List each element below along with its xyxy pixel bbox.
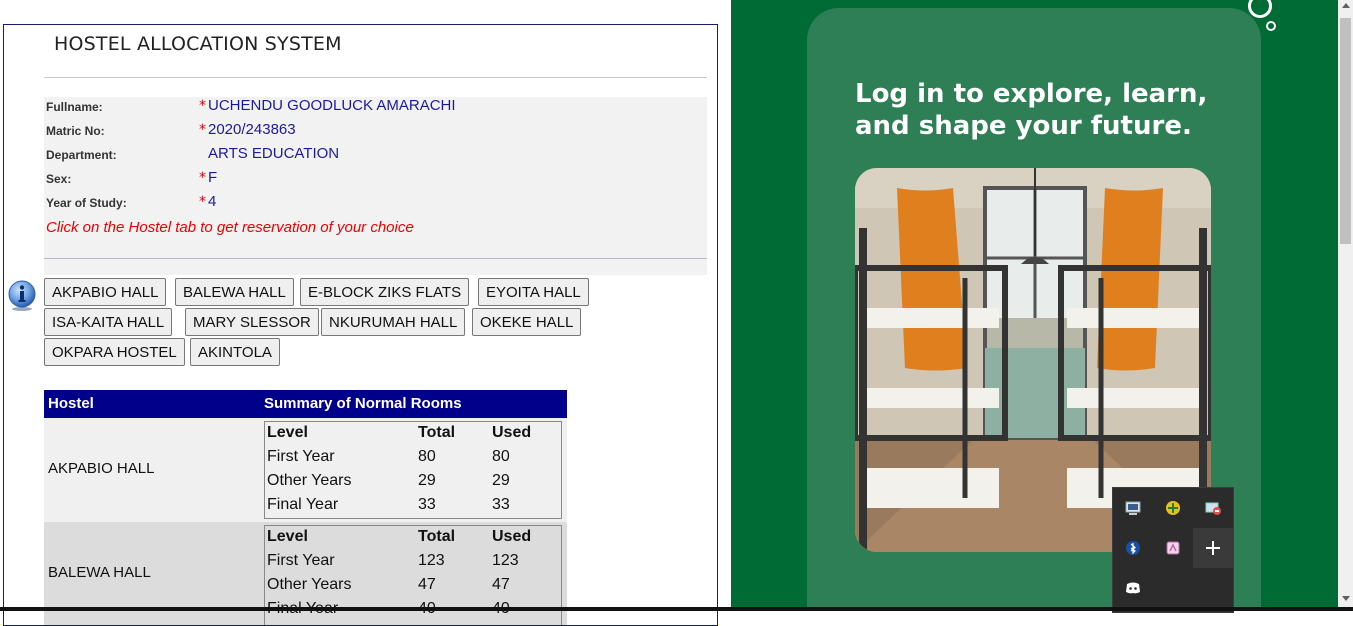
vertical-scrollbar[interactable]: [1338, 0, 1353, 611]
info-row-matric: Matric No: * 2020/243863: [46, 121, 696, 143]
info-label: Sex:: [46, 172, 72, 186]
level-used: 80: [492, 448, 510, 465]
level-name: Other Years: [267, 576, 352, 593]
hall-tab-mary-slessor[interactable]: MARY SLESSOR: [185, 308, 319, 336]
hall-tab-isa-kaita[interactable]: ISA-KAITA HALL: [44, 308, 173, 336]
level-name: First Year: [267, 552, 335, 569]
level-row: First Year 123 123: [267, 550, 561, 574]
level-total: 29: [418, 472, 436, 489]
scrollbar-thumb[interactable]: [1340, 18, 1351, 244]
col-total: Total: [418, 424, 456, 441]
level-row: Other Years 47 47: [267, 574, 561, 598]
hall-tab-okpara[interactable]: OKPARA HOSTEL: [44, 338, 185, 366]
level-header-row: Level Total Used: [267, 422, 561, 446]
title-divider: [44, 77, 707, 78]
level-total: 47: [418, 576, 436, 593]
hall-tab-eblock-ziks[interactable]: E-BLOCK ZIKS FLATS: [300, 278, 470, 306]
required-marker: *: [199, 98, 206, 114]
col-level: Level: [267, 424, 308, 441]
sex-value: F: [208, 169, 218, 186]
calendar-icon[interactable]: [1153, 528, 1193, 568]
level-row: Final Year 33 33: [267, 494, 561, 518]
hall-tab-eyoita[interactable]: EYOITA HALL: [478, 278, 589, 306]
fullname-value: UCHENDU GOODLUCK AMARACHI: [208, 97, 456, 114]
info-label: Fullname:: [46, 100, 103, 114]
hall-tab-balewa[interactable]: BALEWA HALL: [175, 278, 294, 306]
level-row: Other Years 29 29: [267, 470, 561, 494]
col-level: Level: [267, 528, 308, 545]
hall-tab-akpabio[interactable]: AKPABIO HALL: [44, 278, 167, 306]
required-marker: *: [199, 122, 206, 138]
col-used: Used: [492, 424, 532, 441]
level-used: 123: [492, 552, 519, 569]
plus-icon[interactable]: [1193, 528, 1233, 568]
hall-tab-akintola[interactable]: AKINTOLA: [190, 338, 280, 366]
table-row: AKPABIO HALL Level Total Used First Year…: [44, 418, 567, 522]
network-icon[interactable]: [1193, 488, 1233, 528]
level-used: 33: [492, 496, 510, 513]
hall-tab-okeke[interactable]: OKEKE HALL: [472, 308, 582, 336]
level-total: 80: [418, 448, 436, 465]
info-divider: [44, 258, 707, 259]
table-header: Hostel Summary of Normal Rooms: [44, 390, 567, 418]
info-label: Department:: [46, 148, 117, 162]
system-tray-overflow: [1112, 487, 1234, 613]
level-row: First Year 80 80: [267, 446, 561, 470]
info-row-year: Year of Study: * 4: [46, 193, 696, 215]
level-used: 47: [492, 576, 510, 593]
info-label: Matric No:: [46, 124, 105, 138]
decorative-ring: [1248, 0, 1272, 18]
header-hostel: Hostel: [48, 395, 94, 412]
page-title: HOSTEL ALLOCATION SYSTEM: [54, 33, 342, 55]
required-marker: *: [199, 170, 206, 186]
level-total: 123: [418, 552, 445, 569]
level-name: First Year: [267, 448, 335, 465]
hostel-tab-hint: Click on the Hostel tab to get reservati…: [46, 219, 414, 236]
matric-value: 2020/243863: [208, 121, 296, 138]
info-icon[interactable]: [6, 279, 38, 311]
add-circle-icon[interactable]: [1153, 488, 1193, 528]
hall-name: BALEWA HALL: [48, 564, 151, 581]
level-used: 29: [492, 472, 510, 489]
hostel-allocation-panel: HOSTEL ALLOCATION SYSTEM Fullname: * UCH…: [3, 24, 718, 626]
scroll-up-arrow-icon[interactable]: [1342, 3, 1350, 8]
level-header-row: Level Total Used: [267, 526, 561, 550]
student-info-box: Fullname: * UCHENDU GOODLUCK AMARACHI Ma…: [44, 97, 707, 275]
level-table: Level Total Used First Year 80 80 Other …: [264, 421, 562, 519]
taskbar-edge: [0, 607, 1353, 611]
year-value: 4: [208, 193, 217, 210]
level-name: Other Years: [267, 472, 352, 489]
monitor-icon[interactable]: [1113, 488, 1153, 528]
hall-name: AKPABIO HALL: [48, 460, 155, 477]
discord-icon[interactable]: [1113, 568, 1153, 608]
decorative-dot: [1266, 21, 1276, 31]
col-used: Used: [492, 528, 532, 545]
promo-heading: Log in to explore, learn, and shape your…: [855, 79, 1208, 141]
level-total: 33: [418, 496, 436, 513]
info-label: Year of Study:: [46, 196, 127, 210]
level-name: Final Year: [267, 496, 339, 513]
info-row-department: Department: ARTS EDUCATION: [46, 145, 696, 167]
login-promo-panel: Log in to explore, learn, and shape your…: [731, 0, 1338, 611]
department-value: ARTS EDUCATION: [208, 145, 340, 162]
header-summary: Summary of Normal Rooms: [264, 395, 462, 412]
scroll-down-arrow-icon[interactable]: [1342, 596, 1350, 601]
required-marker: *: [199, 194, 206, 210]
bluetooth-icon[interactable]: [1113, 528, 1153, 568]
hall-tab-nkurumah[interactable]: NKURUMAH HALL: [321, 308, 466, 336]
info-row-fullname: Fullname: * UCHENDU GOODLUCK AMARACHI: [46, 97, 696, 119]
info-row-sex: Sex: * F: [46, 169, 696, 191]
col-total: Total: [418, 528, 456, 545]
